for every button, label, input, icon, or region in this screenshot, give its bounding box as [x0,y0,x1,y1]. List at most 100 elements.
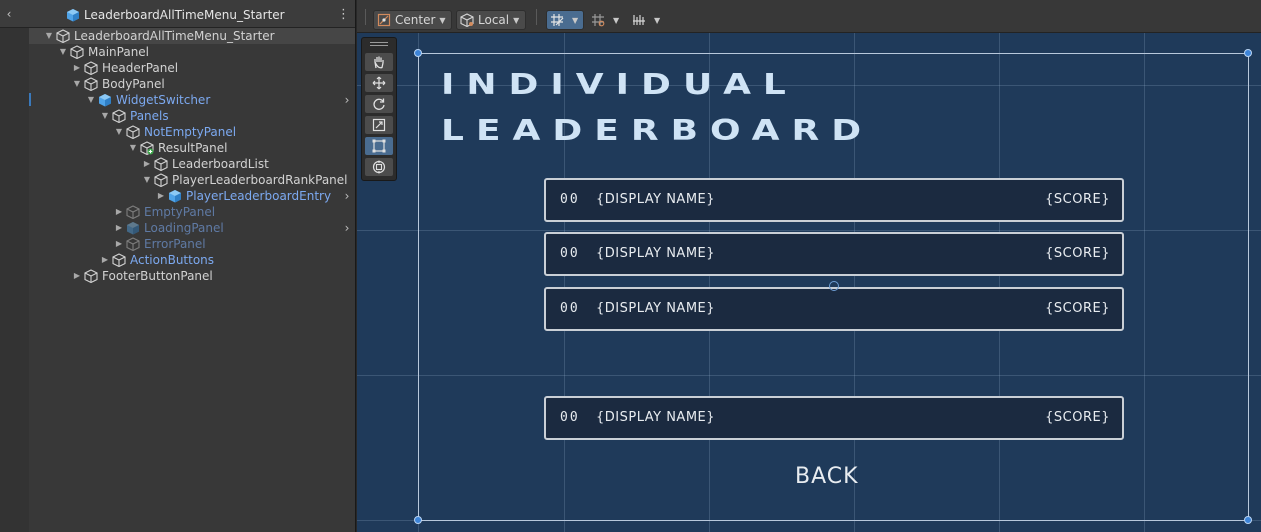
gameobject-cube-icon [126,125,140,139]
hierarchy-item-label: ResultPanel [158,141,228,155]
prefab-cube-icon [67,9,79,22]
entry-display-name: {DISPLAY NAME} [596,410,716,425]
entry-score: {SCORE} [1045,410,1110,425]
gameobject-cube-icon [154,173,168,187]
chevron-left-icon[interactable]: ‹ [2,6,16,22]
hierarchy-item[interactable]: ▶ PlayerLeaderboardEntry › [29,188,355,204]
chevron-right-icon[interactable]: › [341,188,353,204]
move-tool-icon[interactable] [365,74,393,92]
hierarchy-item-label: LoadingPanel [144,221,224,235]
hierarchy-item-label: LeaderboardList [172,157,269,171]
hierarchy-item[interactable]: ▶ LoadingPanel › [29,220,355,236]
chevron-right-icon[interactable]: › [341,92,353,108]
pivot-handle[interactable] [829,281,839,291]
grid-snap-toggle[interactable]: ▼ [546,10,584,30]
hierarchy-item[interactable]: ▶ ActionButtons [29,252,355,268]
increment-snap-toggle[interactable]: ▼ [628,10,666,30]
scene-view[interactable]: INDIVIDUAL LEADERBOARD 00 {DISPLAY NAME}… [357,0,1261,532]
hierarchy-item-label: HeaderPanel [102,61,179,75]
rect-tool-icon[interactable] [365,137,393,155]
resize-handle[interactable] [414,49,422,57]
entry-rank: 00 [560,410,580,425]
expand-arrow-icon[interactable]: ▼ [44,30,54,42]
expand-arrow-icon[interactable]: ▼ [100,110,110,122]
gameobject-cube-icon [112,253,126,267]
resize-handle[interactable] [1244,49,1252,57]
view-hand-icon[interactable] [365,53,393,71]
resize-handle[interactable] [414,516,422,524]
hierarchy-item[interactable]: ▼ Panels [29,108,355,124]
gameobject-cube-icon [154,157,168,171]
player-leaderboard-entry[interactable]: 00 {DISPLAY NAME} {SCORE} [544,396,1124,440]
collapse-arrow-icon[interactable]: ▶ [100,254,110,266]
gameobject-cube-icon [112,109,126,123]
collapse-arrow-icon[interactable]: ▶ [114,238,124,250]
gameobject-cube-icon [84,269,98,283]
pivot-label: Center [395,13,436,27]
collapse-arrow-icon[interactable]: ▶ [114,206,124,218]
grid-visibility-toggle[interactable]: ▼ [587,10,625,30]
leaderboard-entry[interactable]: 00 {DISPLAY NAME} {SCORE} [544,287,1124,331]
expand-arrow-icon[interactable]: ▼ [142,174,152,186]
hierarchy-item[interactable]: ▶ HeaderPanel [29,60,355,76]
collapse-arrow-icon[interactable]: ▶ [156,190,166,202]
collapse-arrow-icon[interactable]: ▶ [72,270,82,282]
entry-rank: 00 [560,246,580,261]
chevron-down-icon[interactable]: ▼ [654,16,660,25]
expand-arrow-icon[interactable]: ▼ [86,94,96,106]
leaderboard-entry[interactable]: 00 {DISPLAY NAME} {SCORE} [544,232,1124,276]
expand-arrow-icon[interactable]: ▼ [114,126,124,138]
hierarchy-header: ‹ LeaderboardAllTimeMenu_Starter ⋮ [0,0,356,28]
pivot-dropdown[interactable]: Center ▼ [373,10,452,30]
collapse-arrow-icon[interactable]: ▶ [72,62,82,74]
hierarchy-item-label: NotEmptyPanel [144,125,237,139]
entry-display-name: {DISPLAY NAME} [596,301,716,316]
entry-rank: 00 [560,192,580,207]
hierarchy-item[interactable]: ▼ MainPanel [29,44,355,60]
back-button[interactable]: BACK [795,464,875,490]
hierarchy-gutter [0,28,29,532]
resize-handle[interactable] [1244,516,1252,524]
pivot-center-icon [377,13,391,27]
grid-visibility-icon [592,14,605,27]
scale-tool-icon[interactable] [365,116,393,134]
hierarchy-item-label: LeaderboardAllTimeMenu_Starter [74,29,275,43]
scene-toolbar: Center ▼ Local ▼ ▼ ▼ ▼ [357,0,1261,33]
hierarchy-item[interactable]: ▶ FooterButtonPanel [29,268,355,284]
leaderboard-title-line2: LEADERBOARD [441,115,874,148]
space-label: Local [478,13,510,27]
hierarchy-item[interactable]: ▶ EmptyPanel [29,204,355,220]
chevron-down-icon[interactable]: ▼ [613,16,619,25]
panel-divider[interactable] [355,0,356,532]
space-dropdown[interactable]: Local ▼ [456,10,526,30]
hierarchy-item-label: ErrorPanel [144,237,206,251]
hierarchy-item-label: PlayerLeaderboardRankPanel [172,173,348,187]
entry-score: {SCORE} [1045,246,1110,261]
hierarchy-item[interactable]: ▶ LeaderboardList [29,156,355,172]
prefab-cube-icon [127,222,139,235]
tools-overlay [361,37,397,181]
hierarchy-item-label: Panels [130,109,169,123]
hierarchy-item[interactable]: ▼ WidgetSwitcher › [29,92,355,108]
expand-arrow-icon[interactable]: ▼ [72,78,82,90]
expand-arrow-icon[interactable]: ▼ [128,142,138,154]
collapse-arrow-icon[interactable]: ▶ [142,158,152,170]
hierarchy-item[interactable]: ▼ NotEmptyPanel [29,124,355,140]
expand-arrow-icon[interactable]: ▼ [58,46,68,58]
hierarchy-item[interactable]: ▼ LeaderboardAllTimeMenu_Starter [29,28,355,44]
local-space-icon [460,13,474,27]
chevron-right-icon[interactable]: › [341,220,353,236]
hierarchy-item[interactable]: ▼ ResultPanel [29,140,355,156]
leaderboard-entry[interactable]: 00 {DISPLAY NAME} {SCORE} [544,178,1124,222]
chevron-down-icon[interactable]: ▼ [572,16,578,25]
kebab-menu-icon[interactable]: ⋮ [337,7,350,23]
transform-tool-icon[interactable] [365,158,393,176]
hierarchy-item[interactable]: ▶ ErrorPanel [29,236,355,252]
collapse-arrow-icon[interactable]: ▶ [114,222,124,234]
overlay-grip-icon[interactable] [370,42,388,46]
hierarchy-item[interactable]: ▼ BodyPanel [29,76,355,92]
hierarchy-item-label: FooterButtonPanel [102,269,213,283]
rotate-tool-icon[interactable] [365,95,393,113]
entry-rank: 00 [560,301,580,316]
hierarchy-item[interactable]: ▼ PlayerLeaderboardRankPanel [29,172,355,188]
